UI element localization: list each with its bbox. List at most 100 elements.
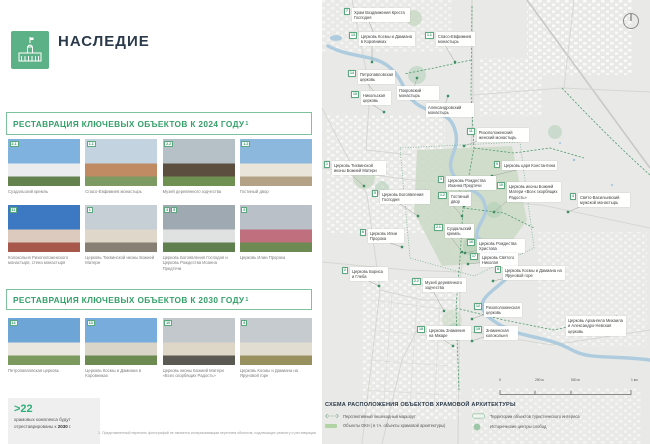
map-object-badge: 11 (467, 128, 475, 135)
photo-card: 10 Церковь иконы Божией Матери «Всех скор… (163, 318, 235, 384)
church-photo: 1.2 (240, 139, 312, 186)
map-object-badge: 7 (344, 8, 350, 15)
stat-text: храмовых комплекса будут отреставрирован… (14, 417, 100, 430)
map-object-name: Церковь Богоявления Господня (380, 190, 430, 204)
map-object-badge: 9 (494, 161, 500, 168)
map-object-label: 6Церковь Илии Пророка (360, 229, 404, 243)
photo-caption: Спасо-Евфимиев монастырь (85, 189, 157, 195)
footnote-mark: 1 (245, 121, 248, 127)
map-object-label: 1Церковь Тихвинской иконы Божией Матери (324, 161, 386, 175)
map-object-name: Музей деревянного зодчества (423, 278, 466, 292)
photo-badge: 1.1 (87, 141, 96, 148)
photo-grid-2024: 2.1 Суздальский кремль 1.1 Спасо-Евфимиев м… (8, 139, 320, 271)
church-photo: 11 (8, 205, 80, 252)
photo-card: 1.2Гостиный двор (240, 139, 312, 205)
map-object-label: 16Церковь Рождества Христова (467, 239, 525, 253)
map-object-label: 4Свято-Васильевский мужской монастырь (570, 193, 630, 207)
map-object-name: Церковь Святого Николая (480, 253, 518, 267)
map-object-badge: 3 (438, 176, 444, 183)
map-object-badge: 18 (417, 326, 425, 333)
map-object-name: Храм Воздвижения Креста Господня (352, 8, 410, 22)
section-header-2024: РЕСТАВРАЦИЯ КЛЮЧЕВЫХ ОБЪЕКТОВ К 2024 ГОД… (6, 112, 312, 135)
photo-caption: Церковь Тихвинской иконы Божией Матери (85, 255, 157, 266)
map-object-label: Покровский монастырь (397, 86, 439, 100)
photo-caption: Церковь Космы и Дамиана в Коровниках (85, 368, 157, 379)
map-object-label: 5Церковь Богоявления Господня (372, 190, 430, 204)
map-object-label: 11Ризоположенский женский монастырь (467, 128, 529, 142)
church-photo: 13 (85, 318, 157, 365)
map-object-label: 18Церковь Знамения на Мжаре (417, 326, 471, 340)
map-object-label: Александровский монастырь (426, 103, 474, 117)
map-object-name: Церковь иконы Божией Матери «Всех скорбя… (507, 182, 561, 202)
photo-caption: Суздальский кремль (8, 189, 80, 195)
map-object-name: Церковь царя Константина (502, 161, 557, 170)
map-object-name: Ризоположенский женский монастырь (477, 128, 529, 142)
footnote-mark: 1 (245, 297, 248, 303)
church-photo: 1.1 (85, 139, 157, 186)
outline-swatch-symbol (472, 413, 486, 419)
legend-item-label: Перспективный пешеходный маршрут (343, 414, 416, 419)
photo-badge: 13 (87, 320, 95, 327)
map-object-label: 3Церковь Рождества Иоанна Предтечи (438, 176, 496, 190)
map-object-label: 9Церковь царя Константина (494, 161, 558, 170)
photo-card: 8Церковь Космы и Дамиана на Яруновой гор… (240, 318, 312, 384)
photo-caption: Церковь иконы Божией Матери «Всех скорбя… (163, 368, 235, 379)
photo-card: 1.1 Спасо-Евфимиев монастырь (85, 139, 157, 205)
page-title: НАСЛЕДИЕ (58, 33, 150, 50)
map-object-name: Церковь Илии Пророка (368, 229, 404, 243)
photo-badge: 14 (10, 320, 18, 327)
map-object-badge: 15 (351, 91, 359, 98)
map-object-badge: 2.2 (412, 278, 421, 285)
map-object-name: Никольская церковь (361, 91, 391, 105)
section-header-2030-label: РЕСТАВРАЦИЯ КЛЮЧЕВЫХ ОБЪЕКТОВ К 2030 ГОД… (13, 295, 244, 305)
map-object-label: Церковь Архангела Михаила и Александро-Н… (566, 316, 626, 336)
map-object-badge: 1.2 (438, 192, 447, 199)
map-object-label: 2Церковь Бориса и Глеба (342, 267, 388, 281)
map-object-label: 13Церковь Космы и Дамиана в Коровниках (349, 32, 415, 46)
scale-label: 250 м (535, 378, 544, 382)
map-object-badge: 17 (470, 253, 478, 260)
map-scale-bar: 0250 м500 м1 км (499, 378, 639, 401)
church-photo: 10 (163, 318, 235, 365)
map-object-badge: 2 (342, 267, 348, 274)
dashed-route-symbol (325, 413, 339, 419)
map-object-badge: 13 (349, 32, 357, 39)
stat-box: >22 храмовых комплекса будут отреставрир… (8, 398, 100, 444)
map-object-badge: 16 (467, 239, 475, 246)
church-photo: 8 (240, 318, 312, 365)
legend-item-label: Исторические центры слобод (490, 424, 546, 429)
church-photo: 14 (8, 318, 80, 365)
map-object-badge: 4 (570, 193, 576, 200)
map-object-badge: 2.1 (434, 224, 443, 231)
photo-badge: 1 (87, 207, 93, 214)
scale-label: 500 м (571, 378, 580, 382)
map-object-badge: 12 (474, 303, 482, 310)
church-photo: 6 (240, 205, 312, 252)
church-photo: 35 (163, 205, 235, 252)
map-object-label: 17Церковь Святого Николая (470, 253, 518, 267)
map-object-badge: 10 (497, 182, 505, 189)
map-object-name: Спасо-Евфимиев монастырь (436, 32, 475, 46)
photo-card: 14 Петропавловская церковь (8, 318, 80, 384)
map-object-badge: 1 (324, 161, 330, 168)
map-object-name: Петропавловская церковь (358, 70, 395, 84)
map-object-badge: 8 (495, 266, 501, 273)
stat-value: >22 (14, 403, 100, 415)
section-header-2030: РЕСТАВРАЦИЯ КЛЮЧЕВЫХ ОБЪЕКТОВ К 2030 ГОД… (6, 289, 312, 310)
scale-label: 1 км (631, 378, 637, 382)
map-object-label: 1.2Гостиный двор (438, 192, 470, 206)
map-object-name: Церковь Тихвинской иконы Божией Матери (332, 161, 386, 175)
stat-year: 2030 (58, 424, 68, 429)
section-header-2024-label: РЕСТАВРАЦИЯ КЛЮЧЕВЫХ ОБЪЕКТОВ К 2024 ГОД… (13, 119, 244, 129)
photo-card: 6Церковь Илии Пророка (240, 205, 312, 271)
photo-caption: Петропавловская церковь (8, 368, 80, 374)
stat-line1: храмовых комплекса будут (14, 417, 71, 422)
map-object-name: Покровский монастырь (397, 86, 439, 100)
church-photo: 2.1 (8, 139, 80, 186)
map-object-label: 1.1Спасо-Евфимиев монастырь (425, 32, 475, 46)
map-object-badge: 14 (348, 70, 356, 77)
legend-item-label: Территории объектов туристического интер… (490, 414, 580, 419)
footnote-text: 1. Представленный перечень фотографий не… (98, 431, 320, 435)
church-photo: 1 (85, 205, 157, 252)
heritage-slide: НАСЛЕДИЕ РЕСТАВРАЦИЯ КЛЮЧЕВЫХ ОБЪЕКТОВ К… (0, 0, 650, 444)
